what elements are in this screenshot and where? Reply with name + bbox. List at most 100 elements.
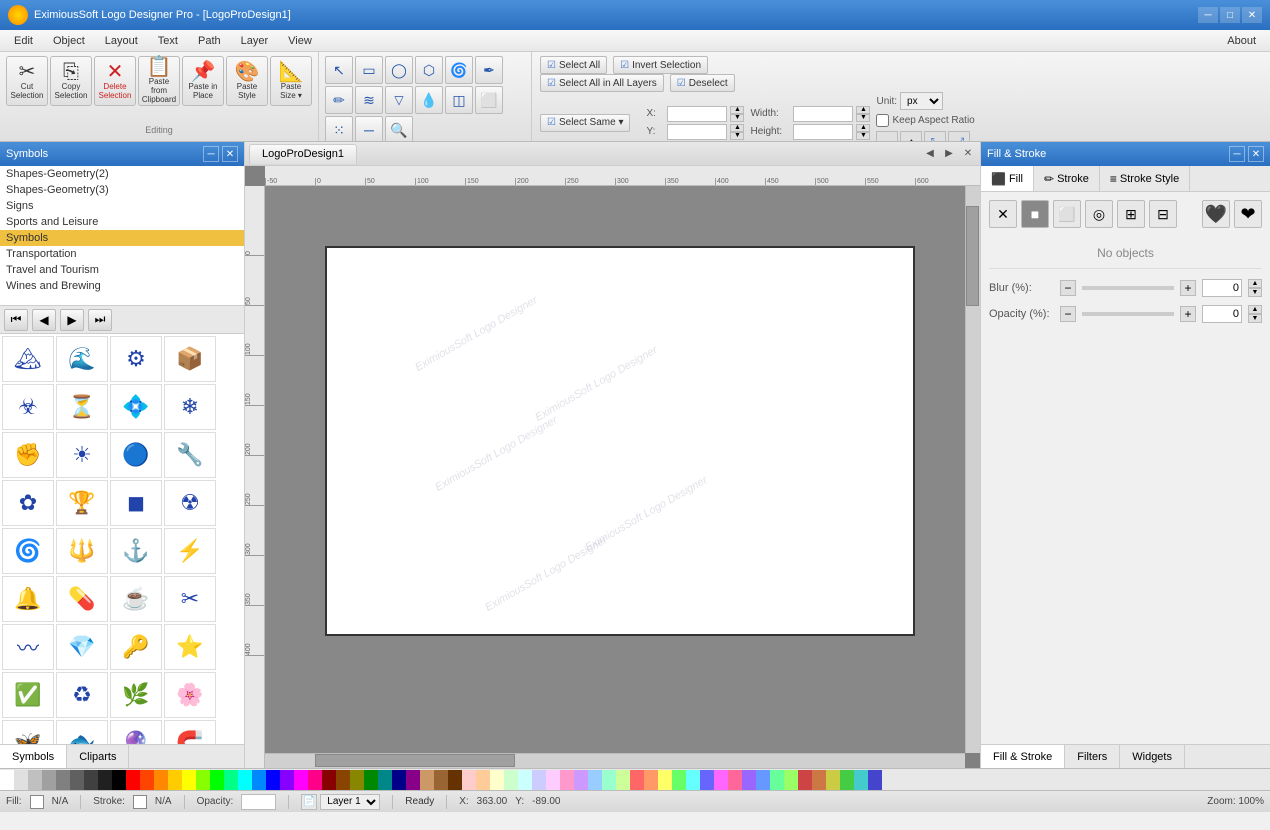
select-arrow-tool[interactable]: ↖ xyxy=(325,56,353,84)
zoom-tool[interactable]: 🔍 xyxy=(385,116,413,142)
palette-color-39[interactable] xyxy=(546,770,560,790)
vertical-scrollbar[interactable] xyxy=(965,186,980,753)
paste-size-button[interactable]: 📐 PasteSize ▾ xyxy=(270,56,312,106)
ar-btn-3[interactable]: ⤡ xyxy=(924,131,946,142)
symbol-27[interactable]: ⭐ xyxy=(164,624,216,670)
y-spin-down[interactable]: ▼ xyxy=(730,132,744,140)
fill-linear-button[interactable]: ⬜ xyxy=(1053,200,1081,228)
palette-color-6[interactable] xyxy=(84,770,98,790)
w-spin-up[interactable]: ▲ xyxy=(856,106,870,114)
opacity-spin-down[interactable]: ▼ xyxy=(1248,314,1262,323)
ellipse-tool[interactable]: ◯ xyxy=(385,56,413,84)
design-canvas[interactable]: EximiousSoft Logo Designer EximiousSoft … xyxy=(325,246,915,636)
symbol-24[interactable]: 〰 xyxy=(2,624,54,670)
canvas-tab-design1[interactable]: LogoProDesign1 xyxy=(249,144,357,164)
w-spin-down[interactable]: ▼ xyxy=(856,114,870,122)
measure-tool[interactable]: ─ xyxy=(355,116,383,142)
palette-color-62[interactable] xyxy=(868,770,882,790)
palette-color-36[interactable] xyxy=(504,770,518,790)
opacity-increase-button[interactable]: + xyxy=(1180,306,1196,322)
symbols-minimize-button[interactable]: ─ xyxy=(203,146,219,162)
symbol-31[interactable]: 🌸 xyxy=(164,672,216,718)
cat-shapes-geo2[interactable]: Shapes-Geometry(2) xyxy=(0,166,244,182)
palette-color-21[interactable] xyxy=(294,770,308,790)
symbol-4[interactable]: ☣ xyxy=(2,384,54,430)
palette-color-24[interactable] xyxy=(336,770,350,790)
fs-heart-outline-button[interactable]: 🖤 xyxy=(1202,200,1230,228)
gradient-tool[interactable]: ◫ xyxy=(445,86,473,114)
eraser-tool[interactable]: ⬜ xyxy=(475,86,503,114)
stroke-style-tab[interactable]: ≡ Stroke Style xyxy=(1100,166,1190,191)
h-scrollbar-thumb[interactable] xyxy=(315,754,515,767)
symbol-25[interactable]: 💎 xyxy=(56,624,108,670)
x-spin-down[interactable]: ▼ xyxy=(730,114,744,122)
symbols-close-button[interactable]: ✕ xyxy=(222,146,238,162)
palette-color-51[interactable] xyxy=(714,770,728,790)
symbol-18[interactable]: ⚓ xyxy=(110,528,162,574)
symbol-1[interactable]: 🌊 xyxy=(56,336,108,382)
symbol-19[interactable]: ⚡ xyxy=(164,528,216,574)
symbol-23[interactable]: ✂ xyxy=(164,576,216,622)
dropper-tool[interactable]: 💧 xyxy=(415,86,443,114)
palette-color-54[interactable] xyxy=(756,770,770,790)
palette-color-53[interactable] xyxy=(742,770,756,790)
symbol-33[interactable]: 🐟 xyxy=(56,720,108,744)
opacity-slider[interactable] xyxy=(1082,312,1174,316)
palette-color-50[interactable] xyxy=(700,770,714,790)
ar-btn-2[interactable]: ↕ xyxy=(900,131,922,142)
height-input[interactable] xyxy=(793,124,853,140)
fill-pattern-button[interactable]: ⊞ xyxy=(1117,200,1145,228)
cat-symbols[interactable]: Symbols xyxy=(0,230,244,246)
symbol-28[interactable]: ✅ xyxy=(2,672,54,718)
palette-color-47[interactable] xyxy=(658,770,672,790)
stroke-tab[interactable]: ✏ Stroke xyxy=(1034,166,1100,191)
fill-solid-button[interactable]: ■ xyxy=(1021,200,1049,228)
palette-color-1[interactable] xyxy=(14,770,28,790)
paste-in-place-button[interactable]: 📌 Paste inPlace xyxy=(182,56,224,106)
blur-decrease-button[interactable]: − xyxy=(1060,280,1076,296)
palette-color-42[interactable] xyxy=(588,770,602,790)
y-spin-up[interactable]: ▲ xyxy=(730,124,744,132)
palette-color-41[interactable] xyxy=(574,770,588,790)
symbol-17[interactable]: 🔱 xyxy=(56,528,108,574)
palette-color-19[interactable] xyxy=(266,770,280,790)
symbol-2[interactable]: ⚙ xyxy=(110,336,162,382)
palette-color-37[interactable] xyxy=(518,770,532,790)
palette-color-8[interactable] xyxy=(112,770,126,790)
h-spin-up[interactable]: ▲ xyxy=(856,124,870,132)
palette-color-60[interactable] xyxy=(840,770,854,790)
palette-color-4[interactable] xyxy=(56,770,70,790)
cat-travel[interactable]: Travel and Tourism xyxy=(0,262,244,278)
palette-color-32[interactable] xyxy=(448,770,462,790)
symbol-6[interactable]: 💠 xyxy=(110,384,162,430)
palette-color-59[interactable] xyxy=(826,770,840,790)
symbol-10[interactable]: 🔵 xyxy=(110,432,162,478)
symbol-30[interactable]: 🌿 xyxy=(110,672,162,718)
connector-tool[interactable]: ⁙ xyxy=(325,116,353,142)
nav-next-button[interactable]: ▶ xyxy=(60,309,84,331)
symbol-21[interactable]: 💊 xyxy=(56,576,108,622)
palette-color-13[interactable] xyxy=(182,770,196,790)
cat-wines[interactable]: Wines and Brewing xyxy=(0,278,244,294)
palette-color-12[interactable] xyxy=(168,770,182,790)
palette-color-55[interactable] xyxy=(770,770,784,790)
horizontal-scrollbar[interactable] xyxy=(265,753,965,768)
layer-select[interactable]: Layer 1 xyxy=(320,794,380,810)
blur-slider[interactable] xyxy=(1082,286,1174,290)
palette-color-46[interactable] xyxy=(644,770,658,790)
deselect-button[interactable]: ☑ Deselect xyxy=(670,74,735,92)
palette-color-9[interactable] xyxy=(126,770,140,790)
symbol-7[interactable]: ❄ xyxy=(164,384,216,430)
opacity-decrease-button[interactable]: − xyxy=(1060,306,1076,322)
palette-color-61[interactable] xyxy=(854,770,868,790)
palette-color-29[interactable] xyxy=(406,770,420,790)
palette-color-31[interactable] xyxy=(434,770,448,790)
fs-minimize-button[interactable]: ─ xyxy=(1229,146,1245,162)
opacity-value-input[interactable]: 0 xyxy=(1202,305,1242,323)
palette-color-5[interactable] xyxy=(70,770,84,790)
palette-color-44[interactable] xyxy=(616,770,630,790)
nav-last-button[interactable]: ⏭ xyxy=(88,309,112,331)
palette-color-28[interactable] xyxy=(392,770,406,790)
symbol-12[interactable]: ✿ xyxy=(2,480,54,526)
maximize-button[interactable]: □ xyxy=(1220,7,1240,23)
